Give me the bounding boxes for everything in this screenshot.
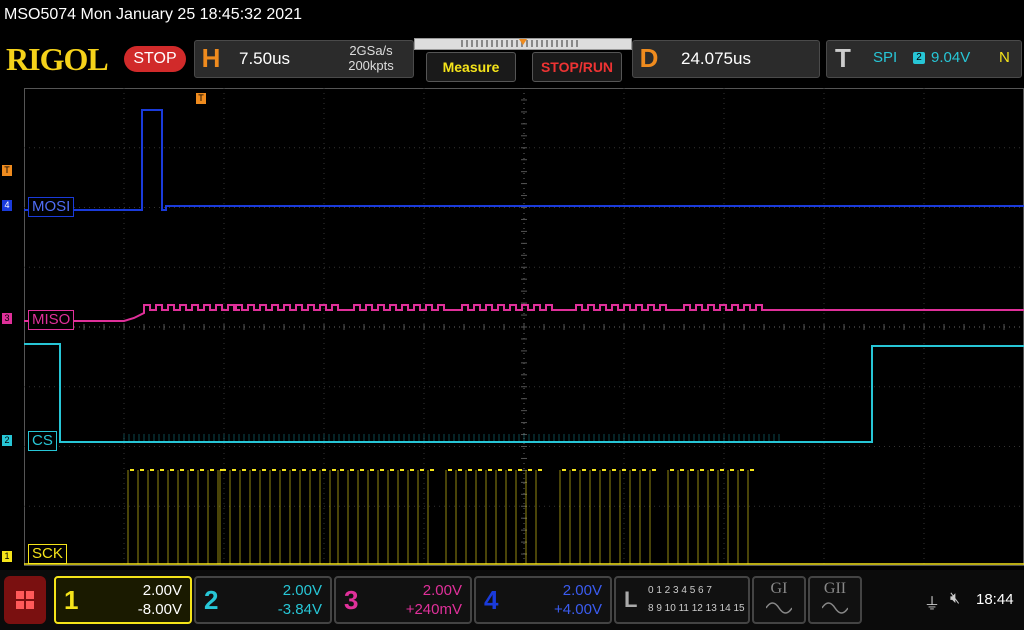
trigger-level-marker[interactable]: T — [2, 165, 12, 176]
horizontal-panel[interactable]: H 7.50us 2GSa/s 200kpts — [194, 40, 414, 78]
usb-icon: ⏚ — [924, 596, 941, 613]
trigger-type: SPI — [873, 49, 898, 66]
ch4-offset-marker[interactable]: 4 — [2, 200, 12, 211]
sck-trace — [24, 469, 1024, 565]
channel-1-scale: 2.00V — [142, 582, 182, 599]
graticule — [24, 88, 1024, 566]
window-title: MSO5074 Mon January 25 18:45:32 2021 — [4, 6, 302, 23]
clock-time: 18:44 — [976, 591, 1014, 608]
channel-2-offset: -3.84V — [277, 601, 322, 618]
channel-2-number: 2 — [204, 585, 219, 615]
delay-value: 24.075us — [681, 49, 751, 68]
channel-1-offset: -8.00V — [137, 601, 182, 618]
channel-2-scale: 2.00V — [282, 582, 322, 599]
delay-panel[interactable]: D 24.075us — [632, 40, 820, 78]
sine-wave-icon — [766, 602, 792, 614]
channel-2-box[interactable]: 2 2.00V -3.84V — [194, 576, 332, 624]
channel-4-number: 4 — [484, 585, 499, 615]
logic-channels-row1: 0 1 2 3 4 5 6 7 — [648, 585, 712, 596]
logic-letter: L — [624, 587, 638, 612]
position-caret-icon — [519, 39, 527, 45]
trigger-mode: N — [999, 49, 1010, 66]
ch1-offset-marker[interactable]: 1 — [2, 551, 12, 562]
channel-3-offset: +240mV — [405, 601, 462, 618]
channel-3-box[interactable]: 3 2.00V +240mV — [334, 576, 472, 624]
trigger-panel[interactable]: T SPI 2 9.04V N — [826, 40, 1022, 78]
channel-4-offset: +4.00V — [554, 601, 602, 618]
menu-button[interactable] — [4, 576, 46, 624]
generator-1-label: GI — [770, 580, 788, 597]
generator-1-button[interactable]: GI — [752, 576, 806, 624]
logic-analyzer-box[interactable]: L 0 1 2 3 4 5 6 7 8 9 10 11 12 13 14 15 — [614, 576, 750, 624]
cs-label: CS — [28, 431, 57, 451]
speaker-muted-icon[interactable]: 🔇︎ — [950, 590, 960, 608]
logic-channels-row2: 8 9 10 11 12 13 14 15 — [648, 603, 745, 614]
ch2-offset-marker[interactable]: 2 — [2, 435, 12, 446]
trigger-letter: T — [835, 43, 851, 73]
title-bar: MSO5074 Mon January 25 18:45:32 2021 — [0, 0, 1024, 32]
memory-depth: 200kpts — [348, 58, 394, 73]
trigger-source-badge: 2 — [913, 52, 925, 64]
channel-1-number: 1 — [64, 585, 79, 615]
trigger-position-marker[interactable]: T — [196, 93, 206, 104]
channel-3-scale: 2.00V — [422, 582, 462, 599]
run-status-badge[interactable]: STOP — [124, 46, 186, 72]
trigger-level: 9.04V — [931, 49, 971, 66]
sck-label: SCK — [28, 544, 67, 564]
waveform-display[interactable] — [24, 88, 1024, 566]
horizontal-letter: H — [201, 43, 221, 73]
generator-2-label: GII — [823, 580, 847, 597]
sample-rate: 2GSa/s — [349, 43, 393, 58]
delay-letter: D — [639, 43, 659, 73]
generator-2-button[interactable]: GII — [808, 576, 862, 624]
channel-3-number: 3 — [344, 585, 359, 615]
sine-wave-icon — [822, 602, 848, 614]
channel-1-box[interactable]: 1 2.00V -8.00V — [54, 576, 192, 624]
mosi-label: MOSI — [28, 197, 75, 217]
channel-4-box[interactable]: 4 2.00V +4.00V — [474, 576, 612, 624]
rigol-logo: RIGOL — [6, 41, 109, 77]
menu-grid-icon — [16, 591, 24, 599]
measure-button[interactable]: Measure — [426, 52, 516, 82]
ch3-offset-marker[interactable]: 3 — [2, 313, 12, 324]
stop-run-button[interactable]: STOP/RUN — [532, 52, 622, 82]
memory-position-bar[interactable] — [414, 38, 632, 50]
channel-4-scale: 2.00V — [562, 582, 602, 599]
miso-label: MISO — [28, 310, 75, 330]
timebase-value: 7.50us — [239, 49, 291, 68]
